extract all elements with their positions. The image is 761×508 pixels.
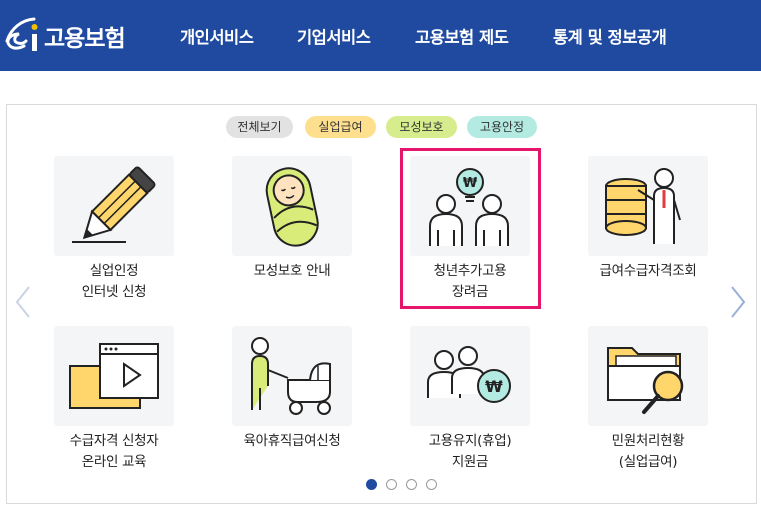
swaddled-baby-icon [265, 167, 319, 247]
nav-statistics[interactable]: 통계 및 정보공개 [553, 24, 667, 48]
svg-text:₩: ₩ [485, 377, 503, 396]
page-dot-4[interactable] [426, 479, 437, 490]
logo[interactable]: 고용보험 [4, 14, 126, 58]
page-dot-3[interactable] [406, 479, 417, 490]
page-dot-1[interactable] [366, 479, 377, 490]
selection-highlight [400, 148, 541, 309]
pencil-icon [72, 166, 156, 243]
ei-logo-icon [5, 17, 38, 51]
top-header: 고용보험 개인서비스 기업서비스 고용보험 제도 통계 및 정보공개 [0, 0, 761, 71]
filter-chips: 전체보기 실업급여 모성보호 고용안정 [0, 116, 761, 138]
nav-business-services[interactable]: 기업서비스 [297, 24, 371, 48]
card-label-line2: 인터넷 신청 [81, 284, 147, 300]
filter-all[interactable]: 전체보기 [226, 116, 293, 138]
card-label-line1: 민원처리현황 [611, 433, 685, 449]
coins-person-icon [605, 168, 681, 244]
card-label-line1: 급여수급자격조회 [599, 263, 697, 279]
nav-insurance-system[interactable]: 고용보험 제도 [415, 24, 509, 48]
video-play-icon [69, 343, 159, 409]
tile [588, 156, 708, 256]
tile [232, 156, 352, 256]
filter-unemployment[interactable]: 실업급여 [305, 116, 376, 138]
card-label-line2: 온라인 교육 [81, 454, 147, 470]
page-dot-2[interactable] [386, 479, 397, 490]
carousel-pagination [0, 479, 761, 493]
filter-maternity[interactable]: 모성보호 [386, 116, 457, 138]
people-won-coin-icon: ₩ [427, 346, 511, 403]
card-label-line1: 수급자격 신청자 [69, 433, 159, 449]
tile [54, 156, 174, 256]
tile: ₩ [410, 326, 530, 426]
card-label-line2: 지원금 [451, 454, 489, 470]
card-label-line1: 모성보호 안내 [253, 263, 331, 279]
tile [232, 326, 352, 426]
card-label-line1: 육아휴직급여신청 [243, 433, 341, 449]
card-label-line1: 고용유지(휴업) [428, 433, 512, 449]
logo-text: 고용보험 [44, 26, 126, 52]
nav-personal-services[interactable]: 개인서비스 [180, 24, 254, 48]
filter-employment-stability[interactable]: 고용안정 [467, 116, 537, 138]
tile [588, 326, 708, 426]
card-label-line2: (실업급여) [618, 454, 678, 470]
next-arrow-icon[interactable] [728, 284, 748, 320]
stroller-parent-icon [251, 337, 331, 415]
tile [54, 326, 174, 426]
card-label-line1: 실업인정 [89, 263, 139, 279]
folder-magnifier-icon [607, 347, 684, 414]
